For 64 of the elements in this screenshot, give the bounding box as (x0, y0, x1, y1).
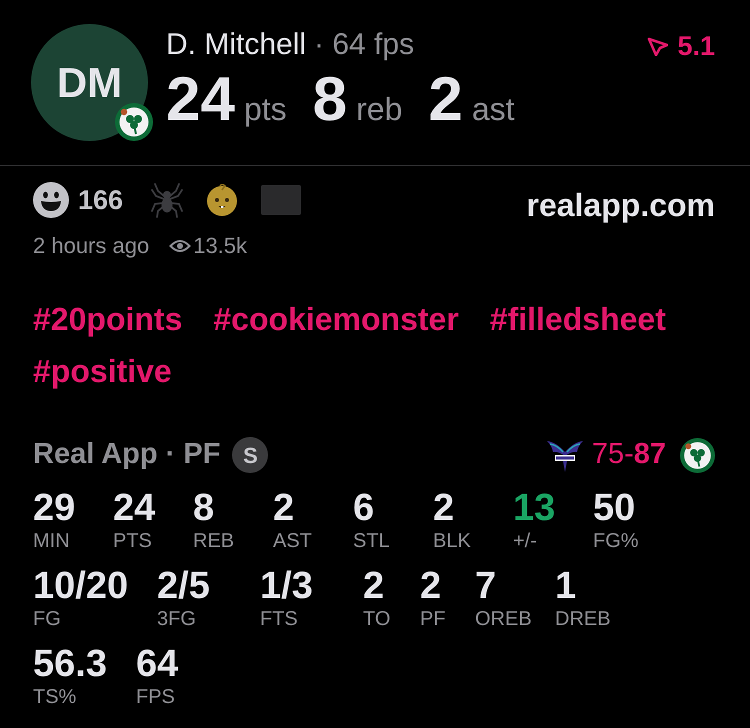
stat-value: 24 (113, 487, 156, 529)
stat-label: PTS (113, 529, 153, 553)
baby-face-icon (206, 184, 238, 216)
stat-label: AST (273, 529, 313, 553)
reaction-count: 166 (78, 184, 124, 217)
stat-value: 56.3 (33, 643, 108, 685)
stat-unit: ast (472, 91, 515, 127)
hashtag-link[interactable]: #cookiemonster (213, 293, 459, 345)
stat-label: FG% (593, 529, 640, 553)
status-badge: S (232, 437, 268, 473)
stat-value: 2 (433, 487, 456, 529)
stat-label: STL (353, 529, 391, 553)
stat-value: 1/3 (260, 565, 314, 607)
clover-badge-icon (115, 103, 153, 141)
time-text: 2 hours ago (33, 233, 150, 259)
stat-label: REB (193, 529, 236, 553)
rating-value: 5.1 (677, 30, 715, 62)
hashtag-link[interactable]: #filledsheet (490, 293, 666, 345)
smiley-icon (33, 182, 69, 218)
photo-placeholder (261, 185, 302, 215)
stat-label: TO (363, 607, 392, 631)
player-name: D. Mitchell (166, 28, 306, 61)
stat-label: DREB (555, 607, 612, 631)
score-text: 75-87 (592, 437, 666, 472)
eye-icon (169, 239, 192, 253)
hashtag-link[interactable]: #positive (33, 345, 172, 397)
stat-label: FPS (136, 685, 176, 709)
spider-icon (151, 182, 184, 218)
clover-badge-icon (680, 438, 715, 472)
stat-value: 1 (555, 565, 578, 607)
stat-value: 64 (136, 643, 180, 685)
stat-label: BLK (433, 529, 472, 553)
hashtag-link[interactable]: #20points (33, 293, 182, 345)
stat-value: 7 (475, 565, 498, 607)
stat-value: 2 (363, 565, 386, 607)
stat-value: 24 (166, 69, 235, 131)
pointer-arrow-icon (646, 36, 668, 56)
stat-label: FTS (260, 607, 299, 631)
wings-logo-icon (546, 438, 584, 472)
stat-value: 10/20 (33, 565, 130, 607)
avatar: DM (31, 24, 148, 141)
stat-label: 3FG (157, 607, 197, 631)
view-count: 13.5k (193, 233, 248, 259)
stat-value: 2 (273, 487, 296, 529)
stat-value: 2 (428, 69, 463, 131)
stat-value: 2/5 (157, 565, 211, 607)
stat-value: 8 (312, 69, 348, 131)
website-link[interactable]: realapp.com (526, 186, 715, 224)
stat-label: TS% (33, 685, 78, 709)
stat-unit: reb (356, 91, 402, 127)
stat-value: 29 (33, 487, 76, 529)
stat-value: 2 (420, 565, 442, 607)
stat-value: 50 (593, 487, 636, 529)
stat-value: 6 (353, 487, 376, 529)
stat-label: FG (33, 607, 62, 631)
stat-label: +/- (513, 529, 538, 553)
stat-unit: pts (244, 91, 287, 127)
stat-value: 8 (193, 487, 216, 529)
fps-text: · 64 fps (314, 28, 414, 61)
game-title: Real App · PF (33, 437, 220, 472)
stat-label: PF (420, 607, 447, 631)
stat-value: 13 (513, 487, 556, 529)
stat-label: OREB (475, 607, 533, 631)
stat-label: MIN (33, 529, 71, 553)
